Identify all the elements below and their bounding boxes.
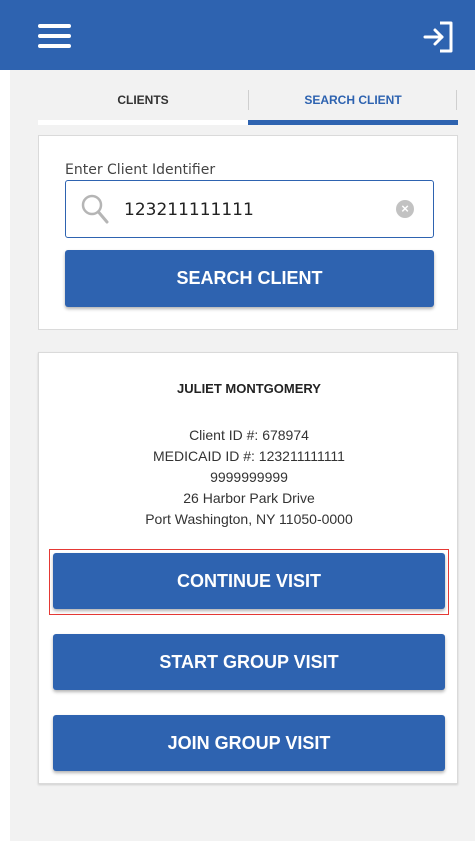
tab-bar: CLIENTS SEARCH CLIENT xyxy=(38,80,458,125)
clear-icon[interactable]: × xyxy=(396,200,414,218)
continue-visit-button[interactable]: CONTINUE VISIT xyxy=(53,553,445,609)
client-name: JULIET MONTGOMERY xyxy=(177,381,321,396)
client-address-line1: 26 Harbor Park Drive xyxy=(183,490,315,506)
tab-divider xyxy=(456,90,457,110)
tab-divider xyxy=(248,90,249,110)
tab-search-client[interactable]: SEARCH CLIENT xyxy=(248,80,458,125)
client-id: Client ID #: 678974 xyxy=(189,427,309,443)
client-phone: 9999999999 xyxy=(210,469,288,485)
search-icon xyxy=(80,193,110,225)
app-header xyxy=(0,0,475,70)
logout-icon[interactable] xyxy=(420,20,456,54)
join-group-visit-button[interactable]: JOIN GROUP VISIT xyxy=(53,715,445,771)
client-identifier-label: Enter Client Identifier xyxy=(65,162,216,178)
search-card: Enter Client Identifier × SEARCH CLIENT xyxy=(38,135,458,330)
tab-underline-active xyxy=(248,120,458,125)
medicaid-id: MEDICAID ID #: 123211111111 xyxy=(153,448,345,464)
hamburger-menu-icon[interactable] xyxy=(34,21,74,51)
client-card: JULIET MONTGOMERY Client ID #: 678974 ME… xyxy=(38,352,458,784)
search-client-button[interactable]: SEARCH CLIENT xyxy=(65,250,434,307)
search-field[interactable]: × xyxy=(65,180,434,238)
start-group-visit-button[interactable]: START GROUP VISIT xyxy=(53,634,445,690)
tab-clients[interactable]: CLIENTS xyxy=(38,80,248,125)
client-identifier-input[interactable] xyxy=(124,195,384,225)
tab-underline-inactive xyxy=(38,120,248,125)
client-address-line2: Port Washington, NY 11050-0000 xyxy=(145,511,353,527)
